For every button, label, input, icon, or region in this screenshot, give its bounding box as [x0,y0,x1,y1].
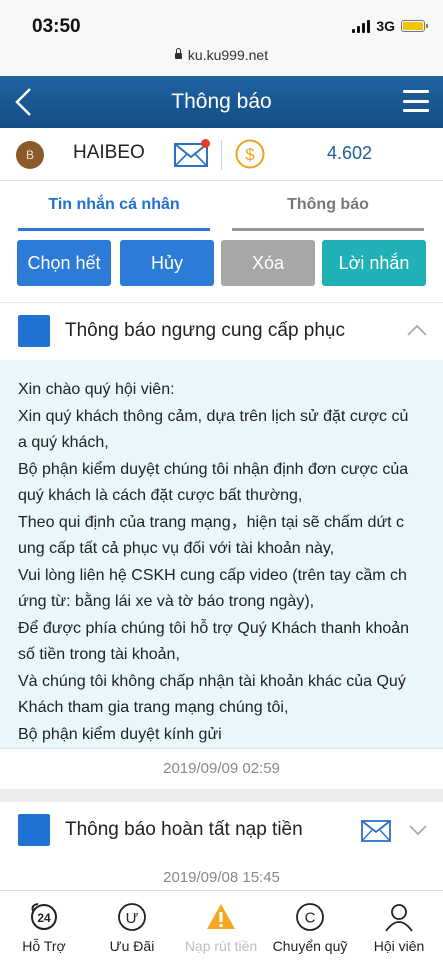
divider [221,140,222,170]
body-line: ứng từ: bằng lái xe và tờ báo trong ngày… [18,593,315,610]
menu-icon[interactable] [403,90,429,112]
mail-icon [361,820,391,842]
status-time: 03:50 [32,16,81,37]
svg-text:Ư: Ư [126,910,139,927]
body-line: Vui lòng liên hệ CSKH cung cấp video (tr… [18,566,407,584]
nav-item-deposit-withdraw[interactable]: Nạp rút tiền [177,891,265,961]
body-line: quý khách là cách đặt cược bất thường, [18,487,303,504]
body-line: Để được phía chúng tôi hỗ trợ Quý Khách … [18,619,410,637]
nav-item-transfer[interactable]: C Chuyển quỹ [266,891,354,961]
select-all-button[interactable]: Chọn hết [17,240,111,286]
nav-item-support[interactable]: 24 Hỗ Trợ [0,891,88,961]
lock-icon [174,48,182,59]
balance-value: 4.602 [327,143,373,163]
body-line: Theo qui định của trang mạng，hiện tại sẽ… [18,513,405,531]
body-line: số tiền trong tài khoản, [18,646,180,663]
mail-button[interactable] [174,139,212,170]
message-checkbox[interactable] [18,315,50,347]
network-type: 3G [376,18,395,34]
message-date-row: 2019/09/08 15:45 [0,858,443,890]
body-line: Xin chào quý hội viên: [18,381,175,398]
message-header[interactable]: Thông báo ngưng cung cấp phục [0,303,443,361]
message-date: 2019/09/08 15:45 [163,869,280,886]
chevron-down-icon[interactable] [408,824,428,836]
nav-label: Chuyển quỹ [272,938,348,954]
tab-notifications[interactable]: Thông báo [232,196,424,214]
body-line: ung cấp tất cả phục vụ đối với tài khoản… [18,540,335,557]
nav-label: Hỗ Trợ [22,938,66,954]
coin-icon: $ [235,139,265,169]
message-title: Thông báo hoàn tất nạp tiền [65,819,303,840]
signal-icon [352,19,371,33]
url-text: ku.ku999.net [187,47,269,63]
tab-personal-messages[interactable]: Tin nhắn cá nhân [18,196,210,214]
message-checkbox[interactable] [18,814,50,846]
bottom-nav: 24 Hỗ Trợ Ư Ưu Đãi Nạp rút tiền C Chuyển… [0,890,443,961]
action-bar: Chọn hết Hủy Xóa Lời nhắn [0,236,443,302]
nav-label: Nạp rút tiền [184,938,258,954]
svg-text:C: C [305,910,316,927]
body-line: Bộ phận kiểm duyệt kính gửi [18,725,222,743]
promo-icon: Ư [118,903,146,931]
transfer-icon: C [296,903,324,931]
svg-text:$: $ [245,145,255,164]
member-icon [385,904,413,932]
messages-button[interactable]: Lời nhắn [322,240,426,286]
support-24-icon: 24 [31,903,57,930]
user-bar: B HAIBEO $ 4.602 [0,128,443,181]
status-bar: 03:50 3G ku.ku999.net [0,0,443,76]
cancel-button[interactable]: Hủy [120,240,214,286]
body-line: a quý khách, [18,434,109,451]
battery-icon [401,20,428,32]
svg-text:24: 24 [37,911,51,925]
message-body-text: Xin chào quý hội viên: Xin quý khách thô… [18,377,428,748]
warning-icon [207,904,235,929]
navbar: Thông báo [0,76,443,128]
status-indicators: 3G [352,18,428,34]
delete-button[interactable]: Xóa [221,240,315,286]
message-date-row: 2019/09/09 02:59 [0,748,443,789]
tab-indicator-inactive [232,228,424,231]
body-line: Khách tham gia trang mạng chúng tôi, [18,699,289,716]
address-bar[interactable]: ku.ku999.net [0,47,443,63]
message-date: 2019/09/09 02:59 [163,760,280,777]
chevron-up-icon[interactable] [406,323,428,337]
body-line: Xin quý khách thông cảm, dựa trên lịch s… [18,407,409,425]
nav-item-promotions[interactable]: Ư Ưu Đãi [88,891,176,961]
unread-badge [201,139,210,148]
message-header[interactable]: Thông báo hoàn tất nạp tiền [0,802,443,859]
message-body: Xin chào quý hội viên: Xin quý khách thô… [0,360,443,748]
nav-label: Ưu Đãi [109,938,155,954]
message-title: Thông báo ngưng cung cấp phục [65,320,345,341]
body-line: Bộ phận kiểm duyệt chúng tôi nhận định đ… [18,460,409,478]
nav-label: Hội viên [373,938,425,954]
page-title: Thông báo [171,90,272,113]
tab-bar: Tin nhắn cá nhân Thông báo [0,181,443,236]
nav-item-member[interactable]: Hội viên [355,891,443,961]
tab-indicator-active [18,228,210,231]
username: HAIBEO [73,142,145,163]
body-line: Và chúng tôi không chấp nhận tài khoản k… [18,672,406,690]
avatar[interactable]: B [16,141,44,169]
